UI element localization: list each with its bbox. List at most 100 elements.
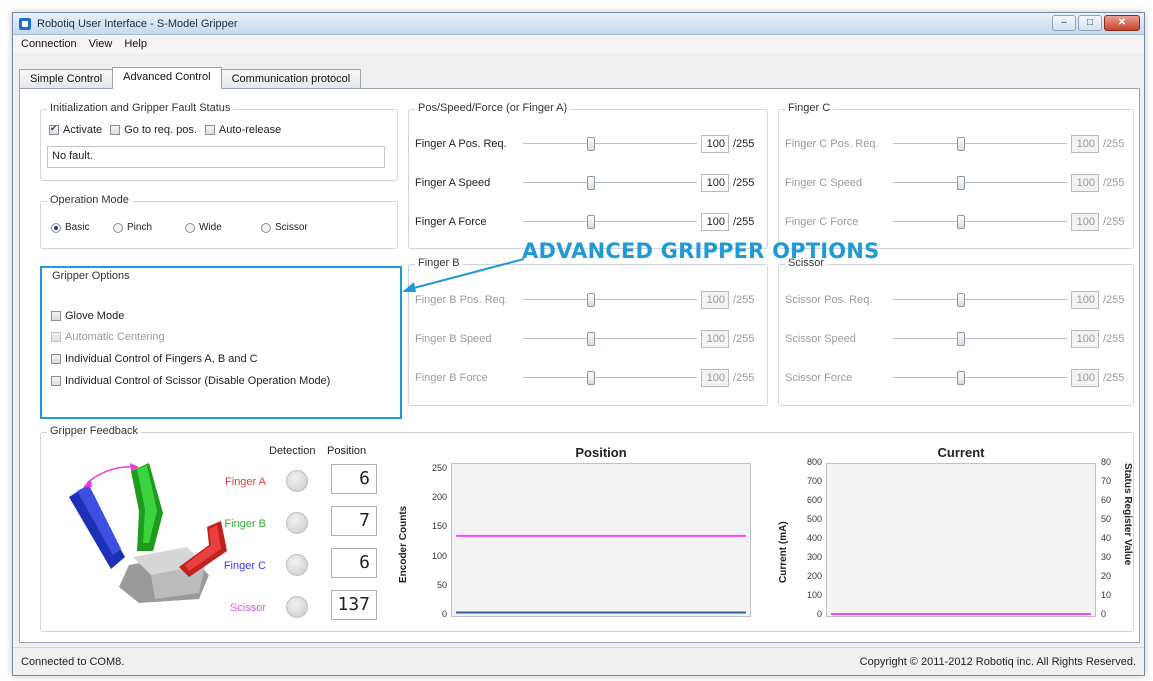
finger-a-pos-input[interactable]: 100: [701, 135, 729, 153]
radio-basic-label: Basic: [65, 222, 90, 233]
menu-help[interactable]: Help: [118, 38, 153, 50]
slider-thumb[interactable]: [957, 176, 965, 190]
radio-basic[interactable]: [51, 222, 61, 233]
gripper-options-highlight: [40, 266, 402, 419]
tab-bar: Simple Control Advanced Control Communic…: [19, 67, 362, 89]
init-group-title: Initialization and Gripper Fault Status: [47, 102, 234, 114]
finger-c-speed-slider[interactable]: [893, 173, 1067, 193]
finger-c-pos-label: Finger C Pos. Req.: [785, 138, 879, 150]
finger-b-force-input[interactable]: 100: [701, 369, 729, 387]
scissor-pos-input[interactable]: 100: [1071, 291, 1099, 309]
tab-advanced-control[interactable]: Advanced Control: [112, 67, 222, 89]
slider-thumb[interactable]: [957, 293, 965, 307]
current-y2-label: Status Register Value: [1122, 463, 1133, 566]
finger-a-speed-input[interactable]: 100: [701, 174, 729, 192]
position-y-tick: 250: [431, 462, 447, 473]
finger-c-pos-input[interactable]: 100: [1071, 135, 1099, 153]
finger-c-speed-max: /255: [1103, 177, 1125, 189]
go-to-req-checkbox[interactable]: [110, 125, 121, 135]
current-y2-tick: 0: [1101, 609, 1107, 619]
finger-a-force-input[interactable]: 100: [701, 213, 729, 231]
finger-b-force-slider[interactable]: [523, 368, 697, 388]
slider-thumb[interactable]: [587, 371, 595, 385]
finger-a-pos-label: Finger A Pos. Req.: [415, 138, 507, 150]
slider-thumb[interactable]: [957, 215, 965, 229]
finger-b-pos-input[interactable]: 100: [701, 291, 729, 309]
scissor-force-slider[interactable]: [893, 368, 1067, 388]
finger-a-position-display: 6: [331, 464, 377, 494]
finger-a-pos-slider[interactable]: [523, 134, 697, 154]
advanced-control-panel: Initialization and Gripper Fault Status …: [19, 88, 1140, 643]
scissor-speed-slider[interactable]: [893, 329, 1067, 349]
scissor-speed-input[interactable]: 100: [1071, 330, 1099, 348]
finger-a-speed-label: Finger A Speed: [415, 177, 491, 189]
current-y-tick: 300: [806, 552, 822, 562]
finger-a-feedback-label: Finger A: [225, 476, 266, 488]
scissor-pos-label: Scissor Pos. Req.: [785, 294, 873, 306]
finger-b-speed-slider[interactable]: [523, 329, 697, 349]
position-y-label: Encoder Counts: [398, 505, 409, 583]
finger-b-speed-row: Finger B Speed 100 /255: [415, 329, 754, 349]
activate-label: Activate: [63, 124, 103, 136]
current-y2-tick: 40: [1101, 533, 1112, 543]
finger-c-speed-row: Finger C Speed 100 /255: [785, 173, 1124, 193]
finger-a-force-slider[interactable]: [523, 212, 697, 232]
finger-b-pos-slider[interactable]: [523, 290, 697, 310]
menu-connection[interactable]: Connection: [15, 38, 83, 50]
init-options-row: Activate Go to req. pos. Auto-release: [49, 123, 282, 136]
scissor-pos-max: /255: [1103, 294, 1125, 306]
finger-c-force-input[interactable]: 100: [1071, 213, 1099, 231]
position-y-tick: 150: [431, 521, 447, 532]
position-y-tick: 100: [431, 550, 447, 561]
finger-a-force-row: Finger A Force 100 /255: [415, 212, 754, 232]
slider-thumb[interactable]: [587, 137, 595, 151]
scissor-speed-label: Scissor Speed: [785, 333, 856, 345]
current-chart-title: Current: [937, 445, 985, 460]
close-button[interactable]: ✕: [1104, 15, 1140, 31]
radio-scissor-label: Scissor: [275, 222, 308, 233]
slider-thumb[interactable]: [957, 371, 965, 385]
radio-pinch[interactable]: [113, 222, 123, 233]
activate-checkbox[interactable]: [49, 123, 59, 135]
finger-b-position-display: 7: [331, 506, 377, 536]
finger-c-speed-input[interactable]: 100: [1071, 174, 1099, 192]
finger-b-detection-led: [286, 512, 308, 534]
maximize-button[interactable]: □: [1078, 15, 1102, 31]
scissor-pos-slider[interactable]: [893, 290, 1067, 310]
current-y-tick: 400: [806, 533, 822, 543]
current-y-tick: 600: [806, 495, 822, 505]
auto-release-label: Auto-release: [218, 124, 282, 136]
init-group: Initialization and Gripper Fault Status …: [40, 102, 398, 181]
finger-c-pos-slider[interactable]: [893, 134, 1067, 154]
slider-thumb[interactable]: [587, 176, 595, 190]
radio-wide[interactable]: [185, 222, 195, 233]
slider-thumb[interactable]: [587, 293, 595, 307]
finger-a-speed-slider[interactable]: [523, 173, 697, 193]
radio-scissor[interactable]: [261, 222, 271, 233]
slider-thumb[interactable]: [587, 215, 595, 229]
app-icon: [19, 17, 31, 30]
auto-release-checkbox[interactable]: [204, 125, 215, 135]
finger-b-speed-input[interactable]: 100: [701, 330, 729, 348]
minimize-button[interactable]: –: [1052, 15, 1076, 31]
slider-thumb[interactable]: [957, 332, 965, 346]
slider-thumb[interactable]: [587, 332, 595, 346]
finger-b-pos-max: /255: [733, 294, 755, 306]
current-y-label: Current (mA): [778, 521, 789, 583]
menu-view[interactable]: View: [83, 38, 119, 50]
scissor-group: Scissor Scissor Pos. Req. 100 /255 Sciss…: [778, 257, 1134, 406]
title-bar: Robotiq User Interface - S-Model Gripper…: [13, 13, 1144, 35]
finger-b-speed-label: Finger B Speed: [415, 333, 492, 345]
position-y-tick: 0: [441, 609, 447, 619]
slider-thumb[interactable]: [957, 137, 965, 151]
finger-c-force-label: Finger C Force: [785, 216, 859, 228]
current-y-tick: 100: [806, 590, 822, 600]
operation-mode-options: Basic Pinch Wide Scissor: [51, 222, 308, 233]
current-y-tick: 800: [806, 457, 822, 467]
tab-communication-protocol[interactable]: Communication protocol: [220, 69, 362, 89]
scissor-force-input[interactable]: 100: [1071, 369, 1099, 387]
tab-simple-control[interactable]: Simple Control: [19, 69, 114, 89]
scissor-pos-row: Scissor Pos. Req. 100 /255: [785, 290, 1124, 310]
finger-c-force-slider[interactable]: [893, 212, 1067, 232]
finger-c-feedback-label: Finger C: [223, 560, 266, 572]
